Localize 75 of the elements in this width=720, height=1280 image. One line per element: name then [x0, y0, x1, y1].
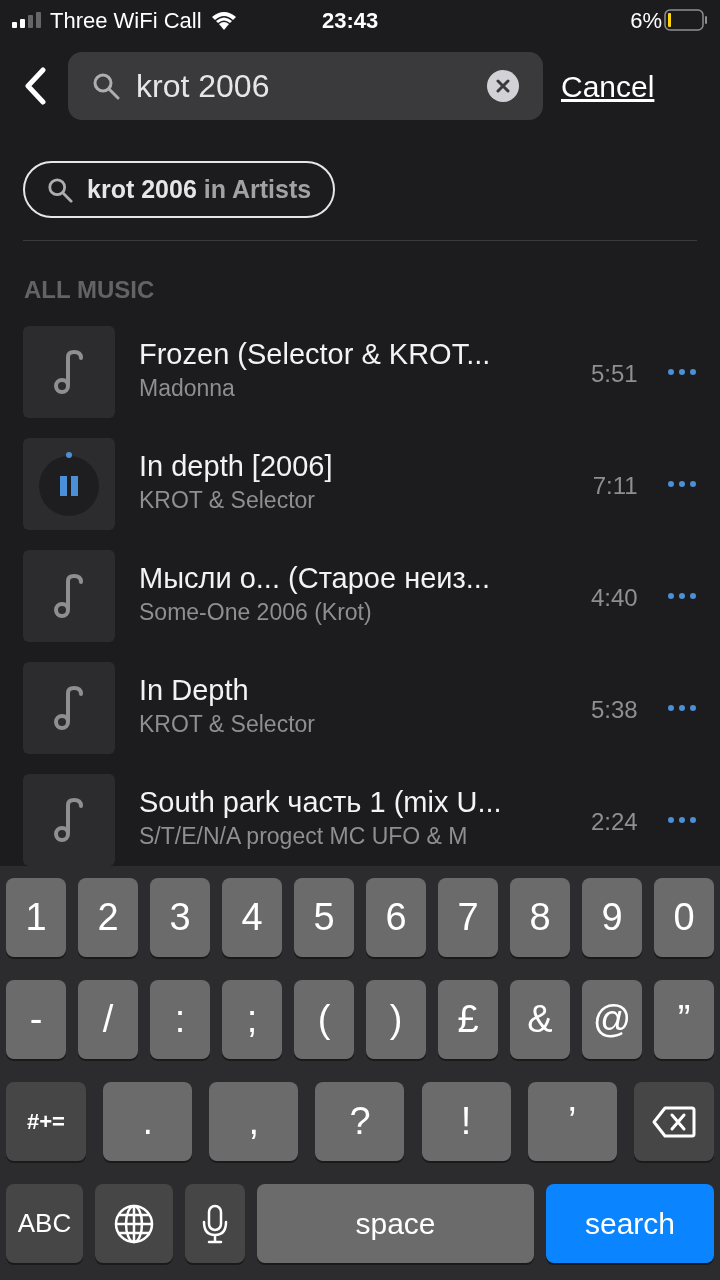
track-title: Мысли о... (Старое неиз...	[139, 561, 491, 596]
track-duration: 5:51	[589, 359, 638, 389]
track-duration: 5:38	[589, 695, 638, 725]
more-icon	[668, 593, 697, 599]
microphone-icon	[202, 1203, 228, 1244]
keyboard-key[interactable]: 4	[222, 878, 282, 957]
backspace-icon	[651, 1105, 696, 1138]
track-title: In depth [2006]	[139, 449, 334, 484]
track-duration: 4:40	[589, 583, 638, 613]
more-icon	[668, 481, 697, 487]
microphone-key[interactable]	[185, 1184, 245, 1263]
track-artist: KROT & Selector	[139, 486, 316, 515]
search-icon	[92, 72, 120, 100]
search-field[interactable]: krot 2006	[68, 52, 543, 120]
pause-icon	[38, 452, 100, 516]
music-note-icon	[54, 685, 84, 731]
section-heading: ALL MUSIC	[24, 275, 156, 305]
track-artist: S/T/E/N/A progect MC UFO & M	[139, 822, 469, 851]
track-title: South park часть 1 (mix U...	[139, 785, 503, 820]
space-key[interactable]: space	[257, 1184, 534, 1263]
keyboard-key[interactable]: @	[582, 980, 642, 1059]
more-icon	[668, 705, 697, 711]
keyboard-key[interactable]: .	[103, 1082, 193, 1161]
keyboard-key[interactable]: 3	[150, 878, 210, 957]
keyboard-key[interactable]: ?	[315, 1082, 405, 1161]
music-note-icon	[54, 573, 84, 619]
more-icon	[668, 369, 697, 375]
keyboard-key[interactable]: ABC	[6, 1184, 83, 1263]
keyboard-key[interactable]: £	[438, 980, 498, 1059]
battery-icon	[664, 9, 708, 31]
close-icon	[496, 79, 510, 93]
track-artist: Some-One 2006 (Krot)	[139, 598, 373, 627]
carrier-name: Three WiFi Call	[50, 6, 202, 35]
music-note-icon	[54, 349, 84, 395]
music-note-icon	[54, 797, 84, 843]
search-key[interactable]: search	[546, 1184, 714, 1263]
keyboard-key[interactable]: 5	[294, 878, 354, 957]
track-title: In Depth	[139, 673, 250, 708]
track-artist: Madonna	[139, 374, 236, 403]
keyboard-key[interactable]: )	[366, 980, 426, 1059]
keyboard-key[interactable]: :	[150, 980, 210, 1059]
globe-key[interactable]	[95, 1184, 173, 1263]
backspace-key[interactable]	[633, 1082, 714, 1161]
track-duration: 2:24	[589, 807, 638, 837]
keyboard-key[interactable]: #+=	[6, 1082, 86, 1161]
keyboard-key[interactable]: 8	[510, 878, 570, 957]
keyboard-key[interactable]: !	[421, 1082, 511, 1161]
globe-icon	[114, 1203, 154, 1244]
cancel-link[interactable]: Cancel	[561, 63, 655, 109]
keyboard-key[interactable]: ;	[222, 980, 282, 1059]
battery-percent: 6%	[630, 6, 662, 35]
track-title: Frozen (Selector & KROT...	[139, 337, 492, 372]
signal-icon	[12, 12, 42, 28]
status-time: 23:43	[322, 6, 379, 35]
keyboard-key[interactable]: -	[6, 980, 66, 1059]
keyboard-key[interactable]: 1	[6, 878, 66, 957]
track-artist: KROT & Selector	[139, 710, 316, 739]
artist-scope-chip[interactable]: krot 2006 in Artists	[23, 161, 336, 218]
keyboard-key[interactable]: ’	[527, 1082, 617, 1161]
search-input[interactable]: krot 2006	[136, 62, 471, 110]
keyboard-key[interactable]: 7	[438, 878, 498, 957]
keyboard-key[interactable]: 2	[78, 878, 138, 957]
keyboard-key[interactable]: 6	[366, 878, 426, 957]
back-chevron-icon	[24, 67, 46, 105]
keyboard-key[interactable]: &	[510, 980, 570, 1059]
track-duration: 7:11	[591, 471, 638, 501]
keyboard-key[interactable]: 0	[654, 878, 714, 957]
clear-button[interactable]	[487, 70, 519, 102]
keyboard-key[interactable]: ,	[209, 1082, 299, 1161]
keyboard-key[interactable]: ”	[654, 980, 714, 1059]
keyboard-key[interactable]: (	[294, 980, 354, 1059]
keyboard-key[interactable]: 9	[582, 878, 642, 957]
more-icon	[668, 817, 697, 823]
keyboard-key[interactable]: /	[78, 980, 138, 1059]
search-icon	[47, 176, 73, 203]
